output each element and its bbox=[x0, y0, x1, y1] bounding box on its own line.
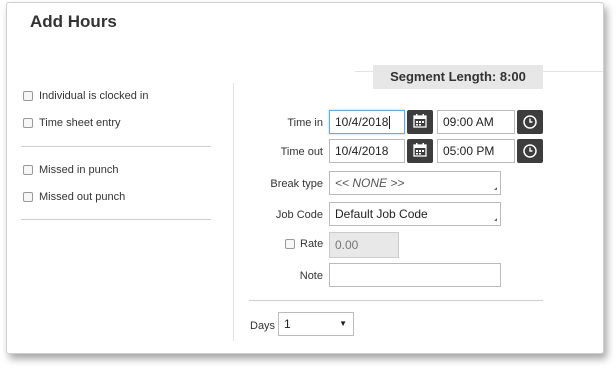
job-code-select[interactable]: Default Job Code bbox=[329, 202, 501, 226]
note-input[interactable] bbox=[329, 263, 501, 287]
column-divider bbox=[233, 83, 234, 341]
time-sheet-entry-label: Time sheet entry bbox=[39, 117, 121, 129]
clock-icon bbox=[523, 144, 537, 158]
time-out-calendar-button[interactable] bbox=[407, 139, 433, 163]
calendar-icon bbox=[413, 143, 427, 157]
segment-length-badge: Segment Length: 8:00 bbox=[373, 65, 543, 89]
text-cursor bbox=[389, 116, 391, 130]
dialog-title: Add Hours bbox=[30, 12, 117, 31]
time-in-date-value: 10/4/2018 bbox=[335, 115, 389, 129]
chevron-down-icon: ▼ bbox=[339, 319, 347, 328]
time-out-date-input[interactable]: 10/4/2018 bbox=[329, 139, 405, 163]
time-out-time-input[interactable]: 05:00 PM bbox=[437, 139, 515, 163]
time-in-calendar-button[interactable] bbox=[407, 110, 433, 134]
days-select[interactable]: 1 ▼ bbox=[278, 312, 354, 336]
left-divider-2 bbox=[21, 219, 211, 220]
note-label: Note bbox=[299, 270, 323, 282]
missed-in-punch-checkbox[interactable] bbox=[23, 165, 33, 175]
days-label: Days bbox=[250, 320, 276, 332]
missed-out-punch-label: Missed out punch bbox=[39, 191, 126, 203]
rate-label: Rate bbox=[300, 238, 324, 250]
time-in-time-input[interactable]: 09:00 AM bbox=[437, 110, 515, 134]
days-value: 1 bbox=[284, 317, 291, 331]
time-out-label: Time out bbox=[280, 146, 323, 158]
left-divider-1 bbox=[21, 146, 211, 147]
form-divider bbox=[249, 300, 543, 301]
missed-out-punch-checkbox[interactable] bbox=[23, 192, 33, 202]
rate-checkbox[interactable] bbox=[285, 239, 295, 249]
time-in-label: Time in bbox=[287, 117, 323, 129]
time-sheet-entry-checkbox[interactable] bbox=[23, 118, 33, 128]
time-in-date-input[interactable]: 10/4/2018 bbox=[329, 110, 405, 134]
time-in-clock-button[interactable] bbox=[517, 110, 543, 134]
time-out-clock-button[interactable] bbox=[517, 139, 543, 163]
calendar-icon bbox=[413, 114, 427, 128]
missed-in-punch-label: Missed in punch bbox=[39, 164, 119, 176]
rate-input[interactable]: 0.00 bbox=[329, 232, 399, 258]
clocked-in-label: Individual is clocked in bbox=[39, 90, 149, 102]
clock-icon bbox=[523, 115, 537, 129]
clocked-in-checkbox[interactable] bbox=[23, 91, 33, 101]
add-hours-dialog: Add Hours Segment Length: 8:00 Individua… bbox=[6, 2, 604, 354]
break-type-label: Break type bbox=[270, 178, 323, 190]
job-code-label: Job Code bbox=[275, 209, 323, 221]
break-type-select[interactable]: << NONE >> bbox=[329, 171, 501, 195]
